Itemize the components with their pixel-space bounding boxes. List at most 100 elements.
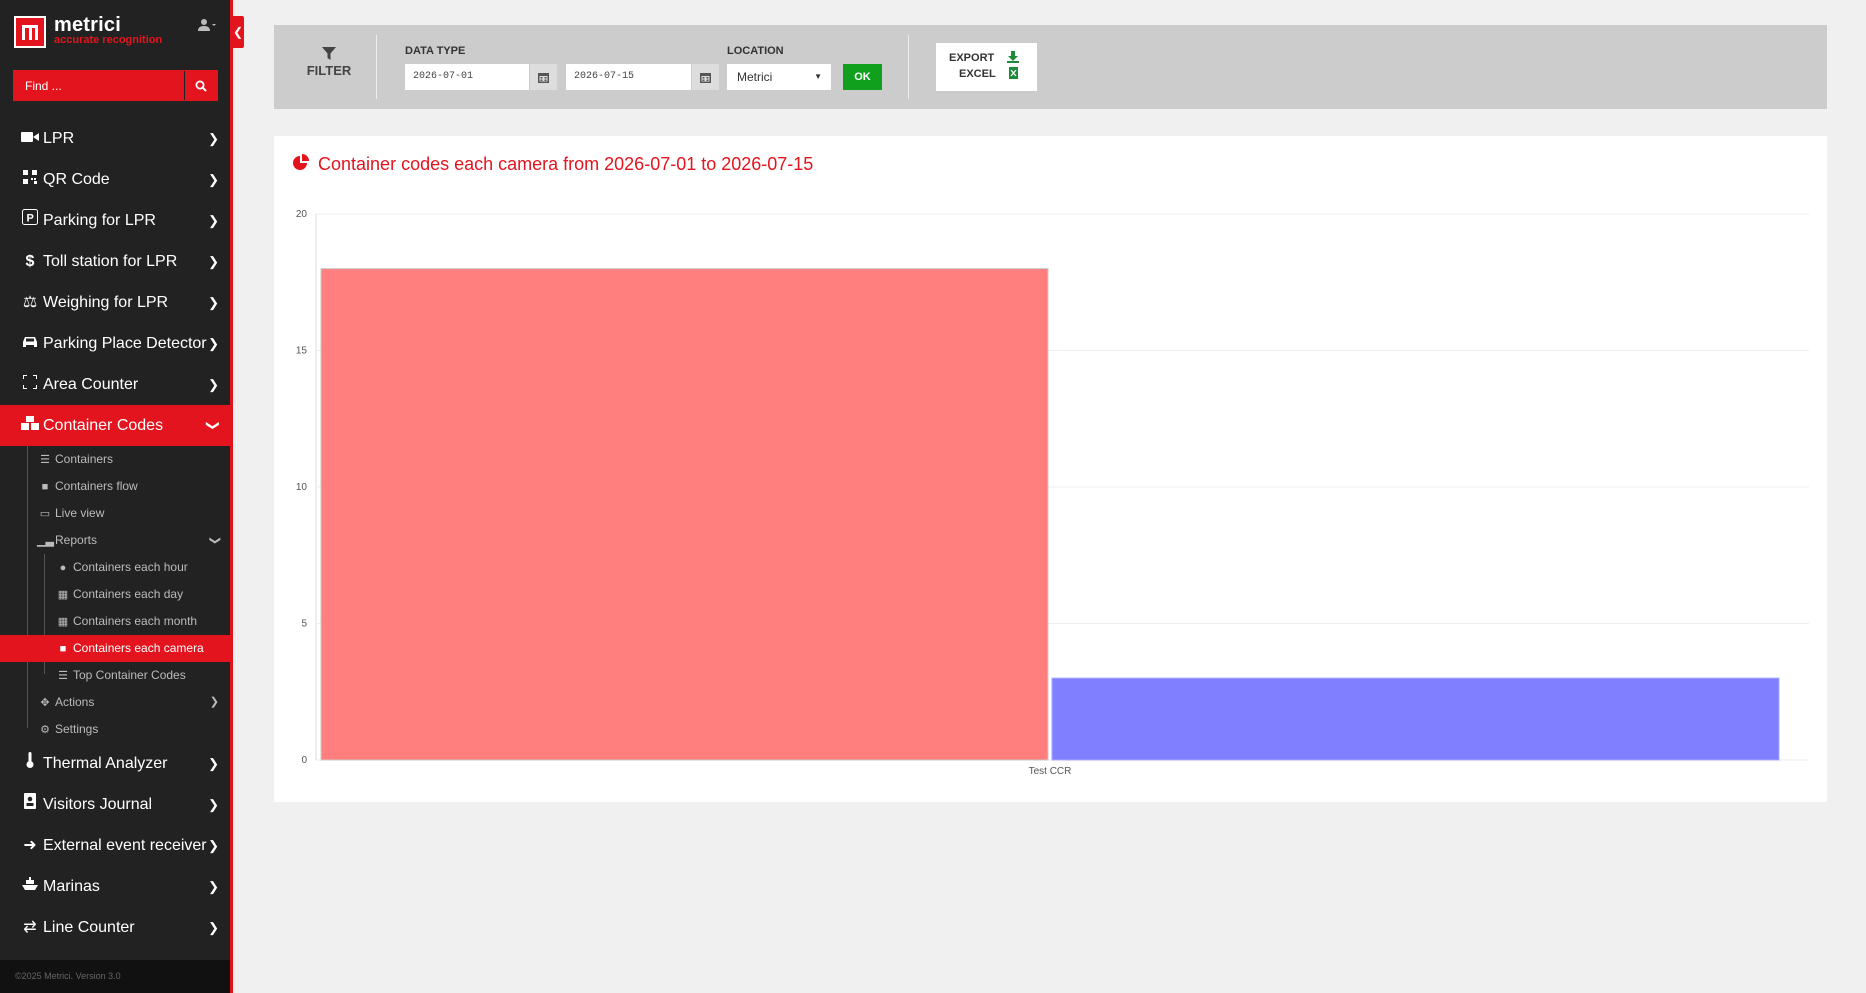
chevron-right-icon: ❯: [208, 213, 219, 228]
parking-icon: P: [19, 200, 41, 241]
chart-bars: [320, 268, 1780, 761]
menu-item-thermal-analyzer[interactable]: Thermal Analyzer ❯: [0, 743, 230, 784]
menu-label: Toll station for LPR: [43, 253, 178, 270]
sub-label: Containers each hour: [73, 560, 188, 574]
submenu-container-codes: ☰ Containers ■ Containers flow ▭ Live view …: [0, 446, 230, 743]
calendar-icon[interactable]: [529, 64, 557, 90]
menu-item-line-counter[interactable]: ⇄ Line Counter ❯: [0, 907, 230, 948]
y-tick-label: 10: [296, 482, 308, 493]
excel-label: EXCEL: [959, 68, 996, 80]
calendar-icon[interactable]: [691, 64, 719, 90]
menu-item-container-codes[interactable]: Container Codes ❯: [0, 405, 230, 446]
chevron-down-icon: ❯: [208, 535, 221, 546]
main-menu: LPR ❯ QR Code ❯ P Parking for LPR ❯ $ Toll st…: [0, 118, 230, 948]
divider: [908, 35, 909, 99]
menu-label: Line Counter: [43, 919, 135, 936]
filter-bar: FILTER DATA TYPE 2026-07-01 2026-07-15 L…: [274, 25, 1827, 109]
containers-icon: [19, 405, 41, 446]
menu-item-area-counter[interactable]: Area Counter ❯: [0, 364, 230, 405]
car-icon: [19, 323, 41, 364]
bar: [320, 268, 1049, 761]
bar-chart: 0 5 10 15 20 Test CCR: [296, 209, 1809, 777]
chevron-right-icon: ❯: [208, 838, 219, 853]
search-box: [13, 70, 218, 101]
download-icon: [1007, 51, 1019, 63]
list-icon: ☰: [40, 454, 50, 466]
chart-title-text: Container codes each camera from 2026-07…: [318, 154, 814, 174]
date-from-field[interactable]: 2026-07-01: [405, 64, 557, 90]
sidebar-item-top-container-codes[interactable]: ☰ Top Container Codes: [0, 662, 230, 689]
menu-item-visitors-journal[interactable]: Visitors Journal ❯: [0, 784, 230, 825]
sub-label: Containers each month: [73, 614, 198, 628]
menu-label: Parking for LPR: [43, 212, 156, 229]
sidebar-item-containers-each-hour[interactable]: ● Containers each hour: [0, 554, 230, 581]
sub-label: Containers each day: [73, 587, 184, 601]
menu-label: Weighing for LPR: [43, 294, 169, 311]
sidebar-item-containers-each-day[interactable]: ▦ Containers each day: [0, 581, 230, 608]
sidebar-collapse-button[interactable]: ❮: [232, 16, 244, 48]
sidebar-item-containers-each-camera[interactable]: ■ Containers each camera: [0, 635, 230, 662]
filter-toggle[interactable]: FILTER: [304, 47, 354, 78]
chart-title: Container codes each camera from 2026-07…: [292, 154, 813, 175]
sidebar-item-live-view[interactable]: ▭ Live view: [0, 500, 230, 527]
sidebar: metrici accurate recognition LPR ❯ QR Cod…: [0, 0, 233, 993]
chevron-right-icon: ❯: [208, 131, 219, 146]
menu-item-weighing[interactable]: ⚖ Weighing for LPR ❯: [0, 282, 230, 323]
user-menu-button[interactable]: [198, 18, 222, 36]
chart-card: Container codes each camera from 2026-07…: [274, 136, 1827, 802]
chevron-right-icon: ❯: [208, 336, 219, 351]
calendar-grid-icon: ▦: [57, 616, 69, 628]
sidebar-item-actions[interactable]: ✥ Actions ❯: [0, 689, 230, 716]
chevron-right-icon: ❯: [208, 377, 219, 392]
menu-item-qr[interactable]: QR Code ❯: [0, 159, 230, 200]
clock-icon: ●: [59, 562, 67, 574]
dollar-icon: $: [25, 253, 35, 271]
menu-label: Marinas: [43, 878, 100, 895]
logo-icon: [14, 16, 46, 48]
chevron-down-icon: ❯: [206, 420, 222, 431]
chevron-right-icon: ❯: [208, 879, 219, 894]
ok-button[interactable]: OK: [843, 64, 882, 90]
sidebar-item-containers[interactable]: ☰ Containers: [0, 446, 230, 473]
ordered-list-icon: ☰: [58, 670, 68, 682]
search-input[interactable]: [14, 71, 186, 100]
user-icon: [198, 19, 216, 31]
chevron-left-icon: ❮: [232, 25, 244, 39]
y-tick-label: 5: [301, 619, 307, 630]
menu-item-parking-place-detector[interactable]: Parking Place Detector ❯: [0, 323, 230, 364]
export-excel-button[interactable]: EXPORT EXCEL: [936, 43, 1037, 91]
scale-icon: ⚖: [22, 294, 38, 312]
y-tick-label: 0: [301, 755, 307, 766]
pie-chart-icon: [293, 154, 309, 170]
location-select[interactable]: Metrici ▼: [727, 64, 831, 90]
export-label: EXPORT: [949, 52, 995, 64]
y-tick-label: 15: [296, 346, 308, 357]
sidebar-item-containers-flow[interactable]: ■ Containers flow: [0, 473, 230, 500]
menu-label: Area Counter: [43, 376, 139, 393]
bar: [1051, 677, 1780, 761]
chevron-right-icon: ❯: [208, 756, 219, 771]
menu-item-external-event-receiver[interactable]: ➜ External event receiver ❯: [0, 825, 230, 866]
menu-item-lpr[interactable]: LPR ❯: [0, 118, 230, 159]
footer: ©2025 Metrici. Version 3.0: [0, 960, 230, 993]
search-button[interactable]: [184, 71, 217, 100]
location-value: Metrici: [737, 70, 773, 84]
video-camera-icon: ■: [41, 481, 49, 493]
menu-item-toll[interactable]: $ Toll station for LPR ❯: [0, 241, 230, 282]
sidebar-item-reports[interactable]: ▁▃Reports ❯: [0, 527, 230, 554]
sidebar-item-settings[interactable]: ⚙ Settings: [0, 716, 230, 743]
sidebar-item-containers-each-month[interactable]: ▦ Containers each month: [0, 608, 230, 635]
sub-label: Containers each camera: [73, 641, 204, 655]
date-to-field[interactable]: 2026-07-15: [566, 64, 719, 90]
menu-item-parking[interactable]: P Parking for LPR ❯: [0, 200, 230, 241]
date-to-value: 2026-07-15: [574, 71, 635, 82]
brand-tagline: accurate recognition: [54, 34, 163, 46]
chevron-right-icon: ❯: [208, 797, 219, 812]
chevron-right-icon: ❯: [208, 295, 219, 310]
expand-icon: [19, 364, 41, 405]
menu-label: Visitors Journal: [43, 796, 153, 813]
menu-item-marinas[interactable]: Marinas ❯: [0, 866, 230, 907]
divider: [376, 35, 377, 99]
sub-label: Containers: [55, 452, 114, 466]
ship-icon: [19, 866, 41, 907]
